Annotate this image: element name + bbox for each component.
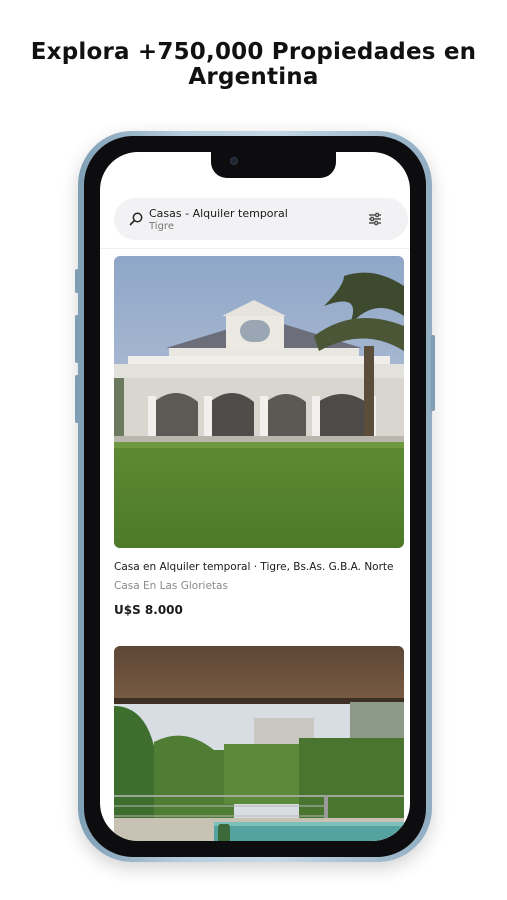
phone-mockup: Casas - Alquiler temporal Tigre Casa en … <box>75 131 435 862</box>
listing-price: U$S 8.000 <box>114 603 183 617</box>
promo-headline-line2: Argentina <box>188 64 319 90</box>
header-divider <box>100 248 410 249</box>
sliders-icon[interactable] <box>367 211 383 227</box>
front-camera <box>230 157 238 165</box>
search-bar[interactable]: Casas - Alquiler temporal Tigre <box>114 198 408 240</box>
power-button <box>431 335 435 411</box>
mute-switch <box>75 269 79 293</box>
listing-photo[interactable] <box>114 256 404 548</box>
volume-up-button <box>75 315 79 363</box>
search-location: Tigre <box>149 221 174 232</box>
house-photo <box>114 256 404 548</box>
phone-bezel: Casas - Alquiler temporal Tigre Casa en … <box>84 136 426 857</box>
pool-photo <box>114 646 404 841</box>
volume-down-button <box>75 375 79 423</box>
listing-subtitle: Casa En Las Glorietas <box>114 580 228 592</box>
listing-photo-2[interactable] <box>114 646 404 841</box>
search-icon <box>129 212 143 226</box>
promo-headline: Explora +750,000 Propiedades en Argentin… <box>0 40 507 90</box>
promo-headline-line1: Explora +750,000 Propiedades en <box>30 39 477 65</box>
search-category: Casas - Alquiler temporal <box>149 207 288 220</box>
phone-screen: Casas - Alquiler temporal Tigre Casa en … <box>100 152 410 841</box>
notch <box>211 152 336 178</box>
listing-title[interactable]: Casa en Alquiler temporal · Tigre, Bs.As… <box>114 561 408 573</box>
